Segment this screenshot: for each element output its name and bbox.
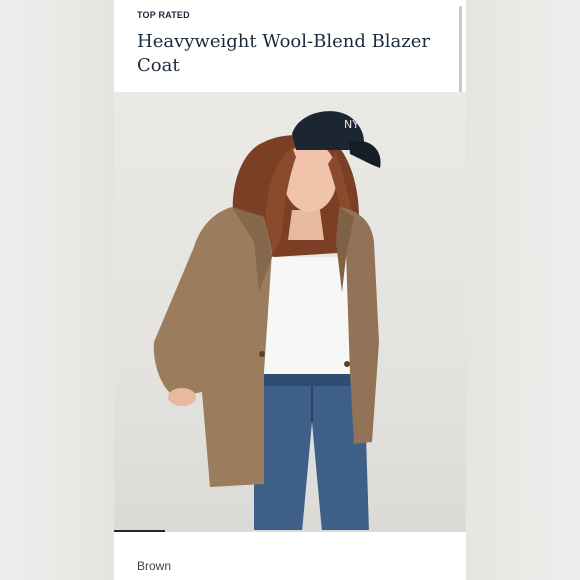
blazer-button — [344, 361, 350, 367]
blazer-button — [259, 351, 265, 357]
model-illustration: NY — [153, 111, 381, 532]
background-left — [0, 0, 114, 580]
blazer-left — [153, 207, 272, 487]
gallery-progress-fill — [114, 530, 166, 532]
scrollbar[interactable] — [459, 6, 462, 100]
top-rated-badge: TOP RATED — [137, 10, 190, 20]
product-header: TOP RATED Heavyweight Wool-Blend Blazer … — [114, 0, 466, 92]
cap-logo: NY — [344, 118, 359, 131]
gallery-progress — [114, 530, 466, 532]
neck — [288, 210, 324, 240]
hand — [168, 388, 196, 406]
product-card: TOP RATED Heavyweight Wool-Blend Blazer … — [114, 0, 466, 580]
background-right — [466, 0, 580, 580]
product-image[interactable]: NY — [114, 92, 466, 532]
cap-brim — [349, 140, 381, 168]
color-label: Brown — [137, 559, 172, 573]
jeans-waistband — [254, 372, 364, 386]
product-title: Heavyweight Wool-Blend Blazer Coat — [137, 31, 431, 76]
